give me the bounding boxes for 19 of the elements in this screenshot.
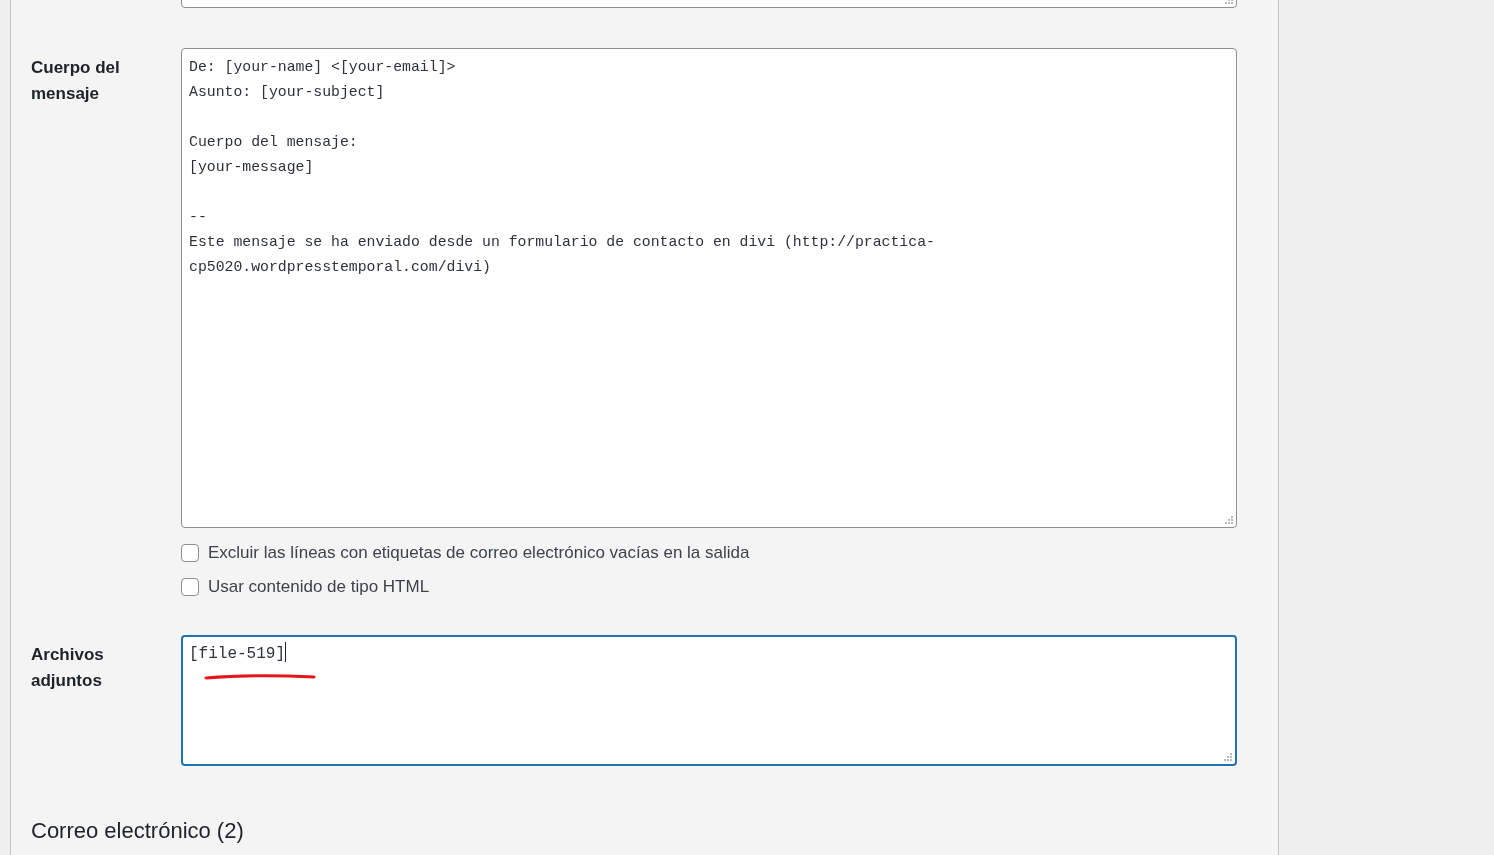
- message-text-line: Este mensaje se ha enviado desde un formulario de contacto en divi (http://practica-: [189, 233, 935, 252]
- attachment-tag-text: [file-519]: [189, 644, 285, 665]
- checkbox-label[interactable]: Usar contenido de tipo HTML: [208, 575, 430, 599]
- resize-grip-icon[interactable]: [1224, 515, 1233, 524]
- checkbox-label[interactable]: Excluir las líneas con etiquetas de correo electrónico vacías en la salida: [208, 541, 750, 565]
- message-text-line: cp5020.wordpresstemporal.com/divi): [189, 258, 491, 277]
- section-heading: Correo electrónico (2): [31, 818, 245, 844]
- checkbox[interactable]: [181, 578, 199, 596]
- message-body-textarea[interactable]: [181, 48, 1237, 528]
- message-text-line: Asunto: [your-subject]: [189, 83, 385, 102]
- field-label: Cuerpo del mensaje: [31, 57, 121, 105]
- message-text-line: --: [189, 208, 207, 227]
- field-label: Archivos adjuntos: [31, 644, 105, 692]
- attachments-textarea[interactable]: [file-519]: [181, 635, 1237, 766]
- message-text-line: [your-message]: [189, 158, 314, 177]
- message-text-line: Cuerpo del mensaje:: [189, 133, 358, 152]
- checkbox[interactable]: [181, 544, 199, 562]
- resize-grip-icon[interactable]: [1223, 752, 1232, 761]
- message-text-line: De: [your-name] <[your-email]>: [189, 58, 456, 77]
